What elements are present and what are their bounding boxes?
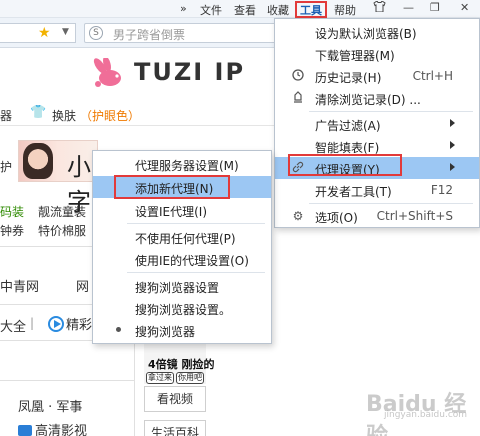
chevron-down-icon[interactable]: ▼ bbox=[62, 27, 69, 37]
menu-help[interactable]: 帮助 bbox=[334, 2, 356, 18]
tv-icon bbox=[18, 425, 32, 436]
menu-separator bbox=[127, 272, 265, 273]
star-icon[interactable]: ★ bbox=[38, 25, 51, 41]
submenu-arrow-icon bbox=[450, 119, 455, 127]
search-placeholder: 男子跨省倒票 bbox=[113, 28, 186, 42]
menu-item-proxy-server-settings[interactable]: 代理服务器设置(M) bbox=[93, 153, 271, 175]
selected-bullet-icon bbox=[116, 327, 121, 332]
left-fragment: 护 bbox=[0, 160, 13, 174]
column-divider bbox=[134, 340, 135, 436]
menu-item-dev-tools[interactable]: 开发者工具(T) F12 bbox=[275, 179, 479, 201]
menu-item-no-proxy[interactable]: 不使用任何代理(P) bbox=[93, 226, 271, 248]
submenu-arrow-icon bbox=[450, 163, 455, 171]
menu-separator bbox=[127, 223, 265, 224]
link-cyol[interactable]: 中青网 bbox=[0, 276, 39, 295]
link-net[interactable]: 网 bbox=[76, 276, 89, 295]
menu-item-history[interactable]: 历史记录(H) Ctrl+H bbox=[275, 65, 479, 87]
video-thumbnail[interactable]: 4倍镜 刚捡的 拿过来 你用吧 bbox=[144, 340, 214, 384]
minimize-icon[interactable]: — bbox=[403, 1, 414, 14]
thumbnail-tag: 你用吧 bbox=[176, 372, 204, 384]
divider bbox=[0, 246, 92, 247]
ad-banner[interactable]: 小字 bbox=[18, 140, 98, 216]
divider bbox=[0, 380, 134, 381]
tools-menu: 设为默认浏览器(B) 下载管理器(M) 历史记录(H) Ctrl+H 清除浏览记… bbox=[274, 18, 480, 228]
play-icon bbox=[48, 316, 64, 332]
link-clothing[interactable]: 码装 bbox=[0, 203, 24, 220]
skin-icon[interactable] bbox=[373, 0, 386, 15]
menu-item-sogou-browser[interactable]: 搜狗浏览器 bbox=[93, 319, 271, 341]
tab-directory[interactable]: 大全 bbox=[0, 316, 26, 335]
tools-highlight-box bbox=[295, 1, 327, 18]
menu-item-default-browser[interactable]: 设为默认浏览器(B) bbox=[275, 21, 479, 43]
menu-item-sogou-settings[interactable]: 搜狗浏览器设置 bbox=[93, 275, 271, 297]
thumbnail-tag: 拿过来 bbox=[146, 372, 174, 384]
url-field[interactable]: ★ ▼ bbox=[0, 23, 76, 43]
eye-care-link[interactable]: （护眼色） bbox=[80, 107, 140, 124]
menu-item-download-manager[interactable]: 下载管理器(M) bbox=[275, 43, 479, 65]
life-wiki-button[interactable]: 生活百科 bbox=[144, 420, 206, 436]
link-ifeng-military[interactable]: 凤凰 · 军事 bbox=[18, 396, 82, 415]
menu-file[interactable]: 文件 bbox=[200, 2, 222, 18]
tab-featured[interactable]: 精彩 bbox=[48, 313, 92, 333]
link-cotton[interactable]: 特价棉服 bbox=[38, 222, 86, 239]
menu-separator bbox=[309, 111, 473, 112]
link-coupon[interactable]: 钟券 bbox=[0, 222, 24, 239]
menu-item-ad-filter[interactable]: 广告过滤(A) bbox=[275, 113, 479, 135]
bunny-logo-icon bbox=[93, 58, 121, 87]
menu-item-clear-history[interactable]: 清除浏览记录(D) ... bbox=[275, 87, 479, 109]
menu-bar: » 文件 查看 收藏 工具 帮助 — ❐ ✕ bbox=[0, 0, 480, 18]
search-input[interactable]: S 男子跨省倒票 bbox=[84, 23, 284, 43]
menu-favorites[interactable]: 收藏 bbox=[267, 2, 289, 18]
submenu-arrow-icon bbox=[450, 141, 455, 149]
menu-separator bbox=[309, 203, 473, 204]
clock-icon bbox=[291, 69, 305, 84]
logo-text: TUZI IP bbox=[134, 58, 246, 86]
thumbnail-caption: 4倍镜 刚捡的 bbox=[148, 358, 215, 371]
menu-item-sogou-settings-alt[interactable]: 搜狗浏览器设置。 bbox=[93, 297, 271, 319]
watch-video-button[interactable]: 看视频 bbox=[144, 386, 206, 412]
divider bbox=[0, 304, 92, 305]
menu-view[interactable]: 查看 bbox=[234, 2, 256, 18]
gear-icon: ⚙ bbox=[292, 209, 304, 223]
restore-icon[interactable]: ❐ bbox=[430, 1, 440, 14]
menu-item-use-ie-proxy[interactable]: 使用IE的代理设置(O) bbox=[93, 248, 271, 270]
sogou-search-icon: S bbox=[89, 26, 103, 40]
proxy-settings-highlight-box bbox=[288, 154, 402, 176]
shirt-icon: 👕 bbox=[30, 105, 47, 120]
close-icon[interactable]: ✕ bbox=[460, 1, 469, 14]
link-kids-wear[interactable]: 靓流童装 bbox=[38, 203, 86, 220]
add-proxy-highlight-box bbox=[114, 175, 230, 199]
menu-item-set-ie-proxy[interactable]: 设置IE代理(I) bbox=[93, 199, 271, 221]
left-fragment: 器 bbox=[0, 109, 13, 123]
more-icon[interactable]: » bbox=[180, 2, 187, 15]
menu-item-options[interactable]: ⚙ 选项(O) Ctrl+Shift+S bbox=[275, 205, 479, 227]
skin-link[interactable]: 换肤 bbox=[52, 107, 76, 124]
link-hd-video[interactable]: 高清影视 bbox=[18, 420, 87, 436]
eraser-icon bbox=[291, 91, 305, 106]
portrait-image bbox=[23, 143, 53, 179]
watermark-url: jingyan.baidu.com bbox=[384, 410, 468, 420]
separator-bar: | bbox=[30, 316, 35, 330]
